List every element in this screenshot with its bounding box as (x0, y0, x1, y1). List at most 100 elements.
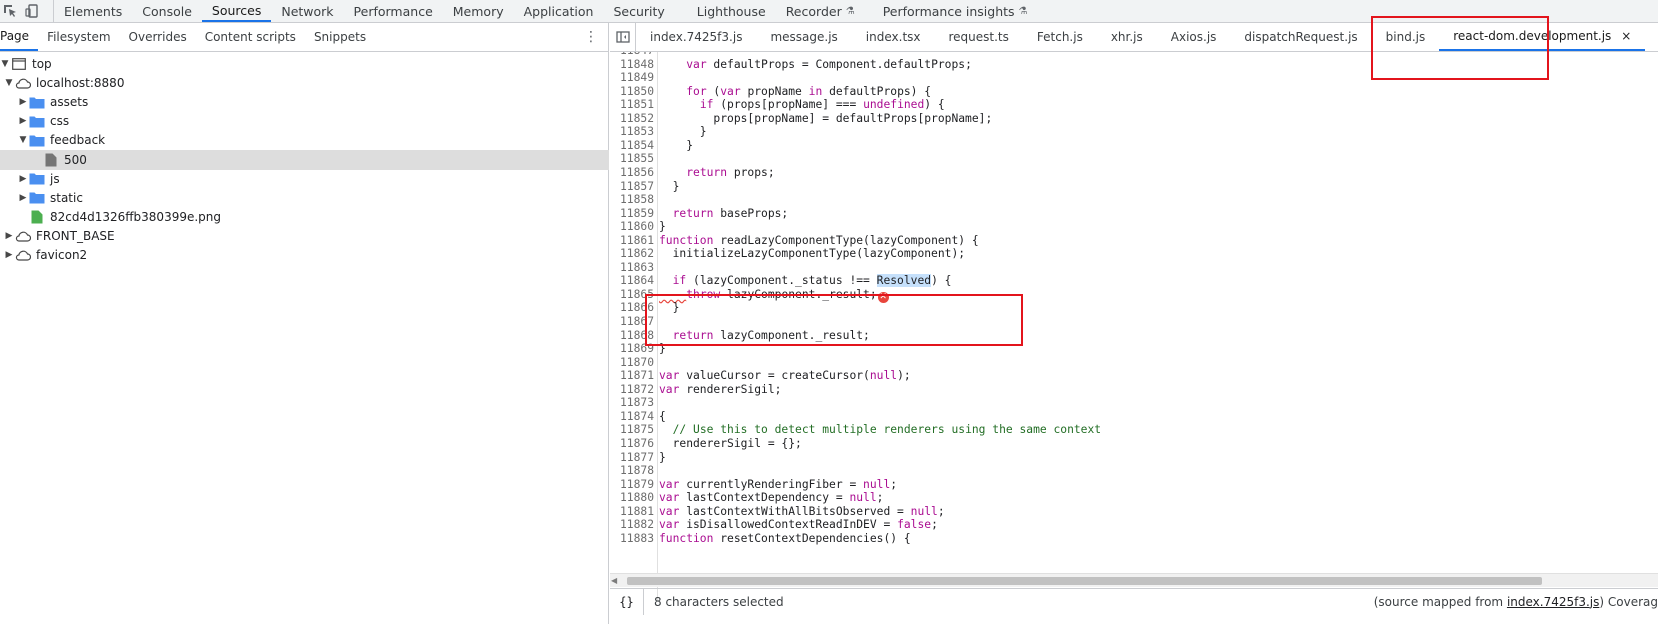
line-number[interactable]: 11856 (610, 166, 654, 180)
line-number[interactable]: 11861 (610, 234, 654, 248)
device-toolbar-icon[interactable] (24, 3, 40, 19)
line-number[interactable]: 11857 (610, 180, 654, 194)
line-number[interactable]: 11851 (610, 98, 654, 112)
file-tab-react-dom-development-js[interactable]: react-dom.development.js × (1439, 23, 1646, 51)
expand-right-icon[interactable]: ▶ (18, 97, 28, 107)
tab-console[interactable]: Console (132, 0, 202, 22)
tab-performance-insights[interactable]: Performance insights ⚗ (873, 0, 1038, 22)
expand-down-icon[interactable]: ▼ (0, 59, 10, 69)
line-number[interactable]: 11864 (610, 274, 654, 288)
expand-down-icon[interactable]: ▼ (18, 135, 28, 145)
source-map-link[interactable]: index.7425f3.js (1507, 595, 1599, 609)
line-number[interactable]: 11879 (610, 478, 654, 492)
file-tab-index-tsx[interactable]: index.tsx (852, 23, 935, 51)
close-tab-icon[interactable]: × (1621, 29, 1631, 43)
line-number[interactable]: 11882 (610, 518, 654, 532)
line-number[interactable]: 11867 (610, 315, 654, 329)
line-number[interactable]: 11859 (610, 207, 654, 221)
line-number[interactable]: 11862 (610, 247, 654, 261)
tab-security[interactable]: Security (603, 0, 674, 22)
tab-recorder[interactable]: Recorder ⚗ (776, 0, 865, 22)
tree-item-js[interactable]: ▶ js (0, 169, 609, 189)
file-tab-dispatchrequest-js[interactable]: dispatchRequest.js (1230, 23, 1371, 51)
code-text: rendererSigil = {}; (659, 436, 802, 450)
file-tab-message-js[interactable]: message.js (756, 23, 851, 51)
horizontal-scrollbar[interactable]: ◀ (610, 573, 1658, 587)
tree-item-top[interactable]: ▼ top (0, 54, 609, 74)
line-number[interactable]: 11875 (610, 423, 654, 437)
cloud-icon (14, 228, 32, 244)
line-number[interactable]: 11871 (610, 369, 654, 383)
file-tab-index-7425f3-js[interactable]: index.7425f3.js (636, 23, 756, 51)
tab-sources[interactable]: Sources (201, 0, 272, 22)
line-number[interactable]: 11870 (610, 356, 654, 370)
line-number[interactable]: 11855 (610, 152, 654, 166)
line-number[interactable]: 11852 (610, 112, 654, 126)
toggle-navigator-icon[interactable] (610, 23, 636, 51)
navigator-tab-content-scripts[interactable]: Content scripts (196, 23, 305, 51)
navigator-tab-overrides[interactable]: Overrides (120, 23, 196, 51)
line-number[interactable]: 11868 (610, 329, 654, 343)
inspect-element-icon[interactable] (2, 3, 18, 19)
tree-item-front-base[interactable]: ▶ FRONT_BASE (0, 226, 609, 246)
expand-right-icon[interactable]: ▶ (4, 250, 14, 260)
tab-label: Lighthouse (696, 3, 766, 19)
line-number[interactable]: 11863 (610, 261, 654, 275)
tab-memory[interactable]: Memory (443, 0, 514, 22)
editor-status-bar: {} 8 characters selected (source mapped … (610, 588, 1658, 615)
experiment-flask-icon: ⚗ (845, 5, 855, 17)
tree-item-assets[interactable]: ▶ assets (0, 92, 609, 112)
line-number[interactable]: 11876 (610, 437, 654, 451)
scrollbar-thumb[interactable] (627, 577, 1542, 585)
expand-right-icon[interactable]: ▶ (4, 231, 14, 241)
file-tab-request-ts[interactable]: request.ts (935, 23, 1023, 51)
tab-performance[interactable]: Performance (344, 0, 443, 22)
line-number[interactable]: 11874 (610, 410, 654, 424)
line-number[interactable]: 11854 (610, 139, 654, 153)
tree-item-css[interactable]: ▶ css (0, 111, 609, 131)
navigator-tab-page[interactable]: Page (0, 23, 39, 51)
tree-item-82cd4d1326ffb380399e-png[interactable]: 82cd4d1326ffb380399e.png (0, 207, 609, 227)
tree-item-500[interactable]: 500 (0, 149, 609, 170)
line-number[interactable]: 11883 (610, 532, 654, 546)
tab-application[interactable]: Application (514, 0, 604, 22)
experiment-flask-icon: ⚗ (1018, 5, 1028, 17)
line-number[interactable]: 11877 (610, 451, 654, 465)
file-tab-bind-js[interactable]: bind.js (1372, 23, 1440, 51)
tab-lighthouse[interactable]: Lighthouse (687, 0, 776, 22)
scroll-left-icon[interactable]: ◀ (611, 576, 617, 585)
line-number[interactable]: 11858 (610, 193, 654, 207)
tree-item-favicon2[interactable]: ▶ favicon2 (0, 245, 609, 265)
line-number[interactable]: 11865 (610, 288, 654, 302)
navigator-tab-filesystem[interactable]: Filesystem (38, 23, 119, 51)
line-number[interactable]: 11869 (610, 342, 654, 356)
line-number[interactable]: 11878 (610, 464, 654, 478)
line-number[interactable]: 11860 (610, 220, 654, 234)
line-number[interactable]: 11848 (610, 58, 654, 72)
more-options-icon[interactable]: ⋮ (584, 30, 598, 44)
navigator-tab-snippets[interactable]: Snippets (305, 23, 375, 51)
expand-down-icon[interactable]: ▼ (4, 78, 14, 88)
tab-network[interactable]: Network (271, 0, 343, 22)
file-tab-xhr-js[interactable]: xhr.js (1097, 23, 1157, 51)
tree-item-static[interactable]: ▶ static (0, 188, 609, 208)
line-number[interactable]: 11866 (610, 301, 654, 315)
expand-right-icon[interactable]: ▶ (18, 174, 28, 184)
line-number[interactable]: 11853 (610, 125, 654, 139)
expand-right-icon[interactable]: ▶ (18, 116, 28, 126)
line-number[interactable]: 11881 (610, 505, 654, 519)
line-number[interactable]: 11849 (610, 71, 654, 85)
file-tab-axios-js[interactable]: Axios.js (1157, 23, 1231, 51)
code-editor[interactable]: 1184711848 var defaultProps = Component.… (610, 52, 1658, 601)
line-number[interactable]: 11850 (610, 85, 654, 99)
pretty-print-icon[interactable]: {} (610, 588, 644, 615)
line-number[interactable]: 11872 (610, 383, 654, 397)
line-number[interactable]: 11873 (610, 396, 654, 410)
tree-item-feedback[interactable]: ▼ feedback (0, 130, 609, 150)
file-tab-fetch-js[interactable]: Fetch.js (1023, 23, 1097, 51)
tree-item-localhost-8880[interactable]: ▼ localhost:8880 (0, 73, 609, 93)
line-number[interactable]: 11880 (610, 491, 654, 505)
error-icon[interactable]: ✕ (877, 291, 889, 303)
tab-elements[interactable]: Elements (54, 0, 132, 22)
expand-right-icon[interactable]: ▶ (18, 193, 28, 203)
